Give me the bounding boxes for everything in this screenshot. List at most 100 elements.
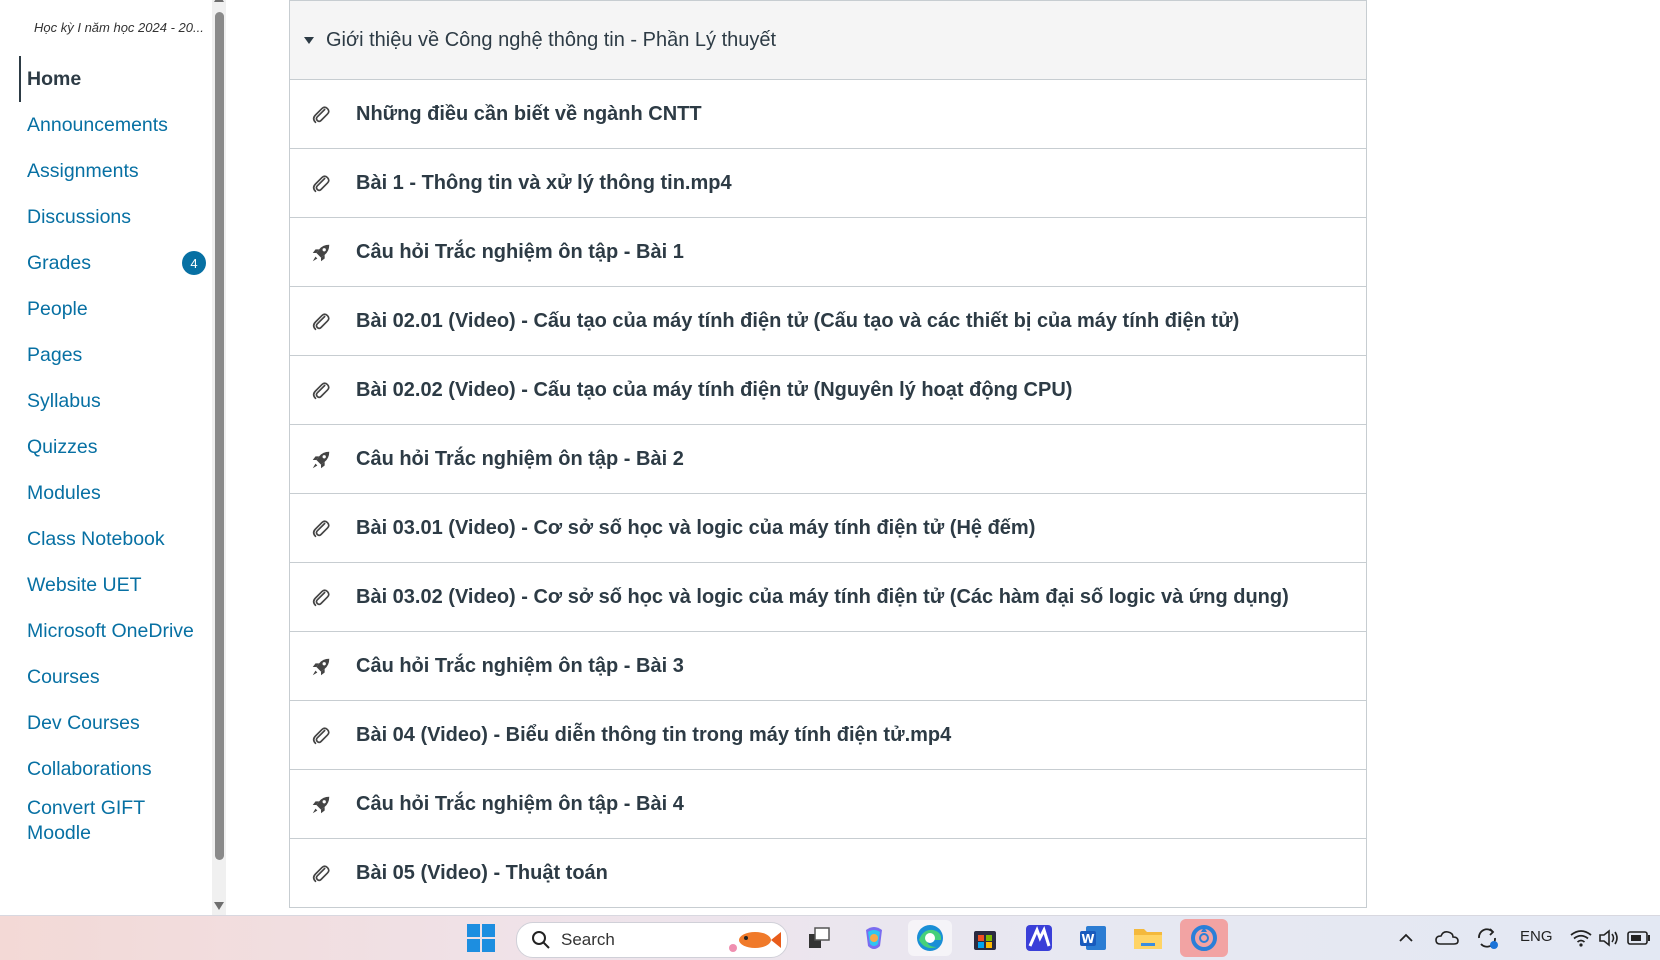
course-title[interactable]: Học kỳ I năm học 2024 - 20... <box>34 20 206 35</box>
taskbar-search-box[interactable]: Search <box>516 922 788 958</box>
nav-item-grades[interactable]: Grades 4 <box>0 240 210 286</box>
module-item[interactable]: Câu hỏi Trắc nghiệm ôn tập - Bài 3 <box>290 632 1366 701</box>
module-items-list: Những điều cần biết về ngành CNTT Bài 1 -… <box>290 80 1366 908</box>
active-app-icon[interactable] <box>1180 919 1228 957</box>
nav-item-label: Class Notebook <box>27 527 165 550</box>
module-item-title[interactable]: Những điều cần biết về ngành CNTT <box>356 103 702 126</box>
nav-item-label: Announcements <box>27 113 168 136</box>
nav-item-label: Courses <box>27 665 100 688</box>
nav-item-home[interactable]: Home <box>0 56 210 102</box>
module-item[interactable]: Bài 03.01 (Video) - Cơ sở số học và logi… <box>290 494 1366 563</box>
nav-item-label: Home <box>27 67 82 90</box>
word-icon[interactable]: W <box>1078 922 1108 954</box>
file-explorer-icon[interactable] <box>1132 922 1164 954</box>
module-title: Giới thiệu về Công nghệ thông tin - Phần… <box>326 28 777 51</box>
module-item[interactable]: Câu hỏi Trắc nghiệm ôn tập - Bài 4 <box>290 770 1366 839</box>
nav-item-convert-gift-moodle[interactable]: Convert GIFT Moodle <box>0 792 210 860</box>
attachment-icon <box>310 587 332 609</box>
module-item[interactable]: Bài 1 - Thông tin và xử lý thông tin.mp4 <box>290 149 1366 218</box>
nav-item-website-uet[interactable]: Website UET <box>0 562 210 608</box>
nav-item-courses[interactable]: Courses <box>0 654 210 700</box>
module-item-title[interactable]: Bài 04 (Video) - Biểu diễn thông tin tro… <box>356 724 951 747</box>
nav-item-label: Collaborations <box>27 757 152 780</box>
attachment-icon <box>310 380 332 402</box>
grades-count-badge: 4 <box>182 251 206 275</box>
attachment-icon <box>310 104 332 126</box>
sidebar-scrollbar[interactable] <box>212 0 226 915</box>
module-item-title[interactable]: Bài 1 - Thông tin và xử lý thông tin.mp4 <box>356 172 732 195</box>
module-item-title[interactable]: Bài 02.01 (Video) - Cấu tạo của máy tính… <box>356 310 1239 333</box>
svg-text:W: W <box>1081 932 1094 946</box>
edge-icon[interactable] <box>908 920 952 956</box>
app-icon[interactable] <box>1024 922 1054 954</box>
module-item-title[interactable]: Câu hỏi Trắc nghiệm ôn tập - Bài 3 <box>356 655 684 678</box>
module-item-title[interactable]: Câu hỏi Trắc nghiệm ôn tập - Bài 2 <box>356 448 684 471</box>
module-item-title[interactable]: Bài 03.01 (Video) - Cơ sở số học và logi… <box>356 517 1035 540</box>
store-icon[interactable] <box>970 922 1000 954</box>
module-item[interactable]: Câu hỏi Trắc nghiệm ôn tập - Bài 2 <box>290 425 1366 494</box>
nav-item-label: Modules <box>27 481 101 504</box>
windows-start-icon[interactable] <box>466 922 496 954</box>
nav-item-quizzes[interactable]: Quizzes <box>0 424 210 470</box>
attachment-icon <box>310 518 332 540</box>
module-item-title[interactable]: Câu hỏi Trắc nghiệm ôn tập - Bài 4 <box>356 793 684 816</box>
nav-item-microsoft-onedrive[interactable]: Microsoft OneDrive <box>0 608 210 654</box>
search-icon <box>532 931 550 949</box>
onedrive-icon[interactable] <box>1434 922 1460 954</box>
copilot-icon[interactable] <box>858 922 890 954</box>
scroll-down-arrow-icon[interactable] <box>214 902 224 910</box>
nav-item-label: Grades <box>27 251 91 274</box>
module-header[interactable]: Giới thiệu về Công nghệ thông tin - Phần… <box>290 1 1366 80</box>
nav-item-label: Pages <box>27 343 83 366</box>
volume-icon[interactable] <box>1598 922 1620 954</box>
module-item[interactable]: Bài 02.01 (Video) - Cấu tạo của máy tính… <box>290 287 1366 356</box>
nav-item-label: Microsoft OneDrive <box>27 619 194 642</box>
nav-item-label: Assignments <box>27 159 139 182</box>
nav-item-class-notebook[interactable]: Class Notebook <box>0 516 210 562</box>
scrollbar-thumb[interactable] <box>215 12 224 860</box>
module-item[interactable]: Bài 05 (Video) - Thuật toán <box>290 839 1366 908</box>
nav-item-label: People <box>27 297 88 320</box>
nav-item-modules[interactable]: Modules <box>0 470 210 516</box>
quiz-rocket-icon <box>310 242 332 264</box>
nav-item-discussions[interactable]: Discussions <box>0 194 210 240</box>
search-highlight-fish-icon <box>729 932 781 952</box>
task-view-icon[interactable] <box>804 922 834 954</box>
attachment-icon <box>310 725 332 747</box>
input-language-indicator[interactable]: ENG <box>1520 928 1553 945</box>
scroll-up-arrow-icon[interactable] <box>214 0 224 2</box>
nav-item-syllabus[interactable]: Syllabus <box>0 378 210 424</box>
windows-taskbar: Search W ENG <box>0 915 1660 960</box>
attachment-icon <box>310 863 332 885</box>
quiz-rocket-icon <box>310 794 332 816</box>
module-item-title[interactable]: Bài 03.02 (Video) - Cơ sở số học và logi… <box>356 586 1289 609</box>
attachment-icon <box>310 173 332 195</box>
nav-item-people[interactable]: People <box>0 286 210 332</box>
module-item[interactable]: Những điều cần biết về ngành CNTT <box>290 80 1366 149</box>
sync-icon[interactable] <box>1474 922 1500 954</box>
module-item[interactable]: Bài 04 (Video) - Biểu diễn thông tin tro… <box>290 701 1366 770</box>
wifi-icon[interactable] <box>1570 922 1592 954</box>
module-item-title[interactable]: Bài 05 (Video) - Thuật toán <box>356 862 608 885</box>
chevron-up-icon[interactable] <box>1396 922 1416 954</box>
module-item[interactable]: Bài 02.02 (Video) - Cấu tạo của máy tính… <box>290 356 1366 425</box>
nav-item-announcements[interactable]: Announcements <box>0 102 210 148</box>
quiz-rocket-icon <box>310 449 332 471</box>
attachment-icon <box>310 311 332 333</box>
nav-item-label: Convert GIFT Moodle <box>27 797 145 844</box>
quiz-rocket-icon <box>310 656 332 678</box>
nav-item-collaborations[interactable]: Collaborations <box>0 746 210 792</box>
collapse-caret-icon[interactable] <box>304 36 314 44</box>
nav-item-label: Website UET <box>27 573 142 596</box>
module-item-title[interactable]: Câu hỏi Trắc nghiệm ôn tập - Bài 1 <box>356 241 684 264</box>
module-item[interactable]: Câu hỏi Trắc nghiệm ôn tập - Bài 1 <box>290 218 1366 287</box>
course-nav-list: Home Announcements Assignments Discussio… <box>0 56 210 860</box>
nav-item-assignments[interactable]: Assignments <box>0 148 210 194</box>
module-item[interactable]: Bài 03.02 (Video) - Cơ sở số học và logi… <box>290 563 1366 632</box>
nav-item-pages[interactable]: Pages <box>0 332 210 378</box>
module-item-title[interactable]: Bài 02.02 (Video) - Cấu tạo của máy tính… <box>356 379 1072 402</box>
nav-item-dev-courses[interactable]: Dev Courses <box>0 700 210 746</box>
nav-item-label: Dev Courses <box>27 711 140 734</box>
battery-icon[interactable] <box>1626 922 1652 954</box>
course-nav-sidebar: Học kỳ I năm học 2024 - 20... Home Annou… <box>0 0 210 915</box>
